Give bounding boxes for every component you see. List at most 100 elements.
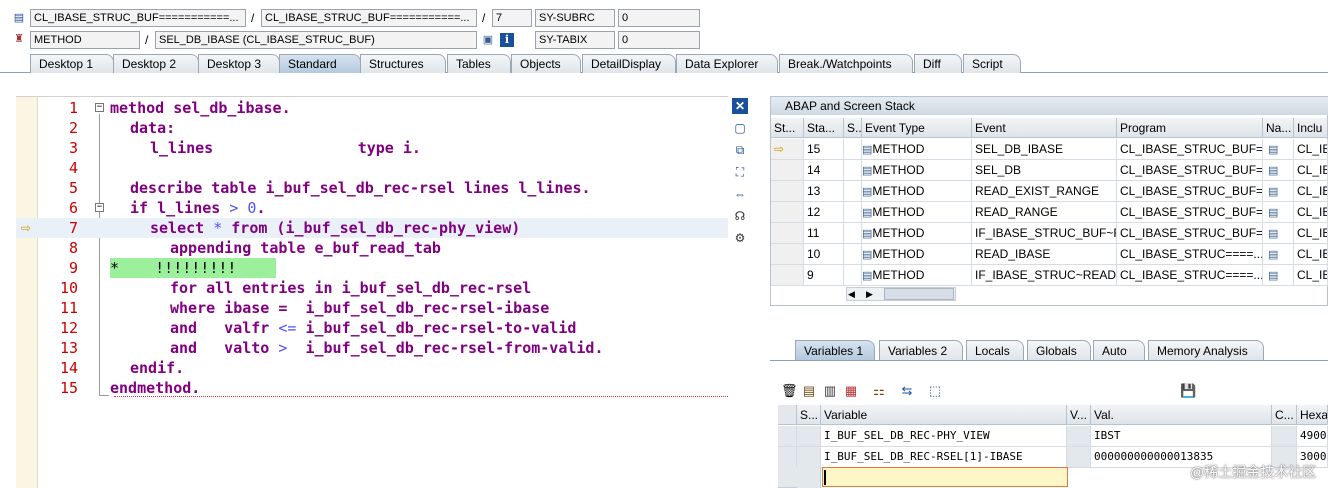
vars-col-header[interactable]: Val.	[1091, 405, 1272, 425]
stack-cell-program[interactable]: CL_IBASE_STRUC_BUF=...	[1117, 139, 1263, 160]
code-line[interactable]: 6 if l_lines > 0.	[16, 198, 728, 218]
var-cell-change[interactable]	[1272, 426, 1297, 447]
tab-desktop-1[interactable]: Desktop 1	[30, 54, 114, 73]
stack-cell-marker[interactable]	[771, 223, 804, 244]
swap-tool-icon[interactable]: ⧉	[732, 142, 748, 158]
save-icon[interactable]: 💾	[1180, 383, 1196, 399]
stack-cell-screen[interactable]	[844, 202, 862, 223]
stack-cell-event[interactable]: SEL_DB_IBASE	[972, 139, 1117, 160]
stack-cell-nav[interactable]: ▤	[1263, 265, 1294, 286]
stack-cell-event-type[interactable]: ▤METHOD	[862, 160, 972, 181]
stack-cell-program[interactable]: CL_IBASE_STRUC_BUF=...	[1117, 223, 1263, 244]
stack-cell-program[interactable]: CL_IBASE_STRUC====...	[1117, 244, 1263, 265]
stack-cell-event-type[interactable]: ▤METHOD	[862, 223, 972, 244]
stack-col-header[interactable]: Event	[972, 118, 1117, 138]
stack-cell-event[interactable]: READ_EXIST_RANGE	[972, 181, 1117, 202]
stack-cell-level[interactable]: 12	[804, 202, 844, 223]
var-cell-value[interactable]: IBST	[1091, 426, 1272, 447]
stack-cell-event-type[interactable]: ▤METHOD	[862, 202, 972, 223]
code-line-current[interactable]: ⇨ 7 select * from (i_buf_sel_db_rec-phy_…	[16, 218, 728, 238]
code-line[interactable]: 12 and valfr <= i_buf_sel_db_rec-rsel-to…	[16, 318, 728, 338]
code-line[interactable]: 11 where ibase = i_buf_sel_db_rec-rsel-i…	[16, 298, 728, 318]
var-cell-flag[interactable]	[1067, 447, 1091, 468]
stack-cell-marker[interactable]	[771, 244, 804, 265]
stack-col-header[interactable]: Program	[1117, 118, 1263, 138]
stack-cell-nav[interactable]: ▤	[1263, 160, 1294, 181]
sysvar-name-field[interactable]: SY-SUBRC	[535, 9, 615, 27]
code-line[interactable]: 5 describe table i_buf_sel_db_rec-rsel l…	[16, 178, 728, 198]
tab-memory-analysis[interactable]: Memory Analysis	[1148, 340, 1264, 360]
vars-col-header[interactable]: S...	[797, 405, 821, 425]
line-field[interactable]: 7	[492, 9, 532, 27]
stack-cell-include[interactable]: CL_IB	[1294, 181, 1328, 202]
close-icon[interactable]: ✕	[732, 98, 748, 114]
tab-desktop-3[interactable]: Desktop 3	[198, 54, 280, 73]
navigate-icon[interactable]: ▤	[1266, 228, 1278, 240]
stack-cell-include[interactable]: CL_IB	[1294, 244, 1328, 265]
code-line[interactable]: 10 for all entries in i_buf_sel_db_rec-r…	[16, 278, 728, 298]
var-cell-status[interactable]	[797, 447, 821, 468]
tab-breakpoints[interactable]: Break./Watchpoints	[779, 54, 913, 73]
stack-cell-marker[interactable]: ⇨	[771, 139, 804, 160]
stack-cell-level[interactable]: 10	[804, 244, 844, 265]
sysvar2-name-field[interactable]: SY-TABIX	[535, 31, 615, 49]
stack-cell-event[interactable]: READ_RANGE	[972, 202, 1117, 223]
tab-script[interactable]: Script	[963, 54, 1021, 73]
scrollbar-thumb[interactable]	[884, 288, 954, 300]
stack-col-header[interactable]: S...	[844, 118, 862, 138]
stack-cell-include[interactable]: CL_IB	[1294, 139, 1328, 160]
event-type-field[interactable]: METHOD	[30, 31, 140, 49]
stack-cell-nav[interactable]: ▤	[1263, 202, 1294, 223]
navigate-icon[interactable]: ▤	[1266, 249, 1278, 261]
row-selector[interactable]	[778, 426, 797, 447]
vars-col-header[interactable]: Variable	[821, 405, 1067, 425]
stack-cell-event[interactable]: IF_IBASE_STRUC_BUF~R...	[972, 223, 1117, 244]
tab-locals[interactable]: Locals	[966, 340, 1024, 360]
var-cell-flag[interactable]	[1067, 426, 1091, 447]
tab-variables-1[interactable]: Variables 1	[795, 340, 875, 360]
stack-cell-nav[interactable]: ▤	[1263, 139, 1294, 160]
event-field[interactable]: SEL_DB_IBASE (CL_IBASE_STRUC_BUF)	[155, 31, 477, 49]
code-line[interactable]: 4	[16, 158, 728, 178]
resize-icon[interactable]: ⇔	[732, 186, 748, 202]
fold-toggle-icon[interactable]: −	[95, 203, 104, 212]
list-icon[interactable]: ▤	[801, 383, 817, 399]
stack-cell-event-type[interactable]: ▤METHOD	[862, 244, 972, 265]
code-line[interactable]: 1 method sel_db_ibase.	[16, 98, 728, 118]
stack-cell-program[interactable]: CL_IBASE_STRUC_BUF=...	[1117, 202, 1263, 223]
list-delete-icon[interactable]: ▦	[843, 383, 859, 399]
stack-cell-event-type[interactable]: ▤METHOD	[862, 139, 972, 160]
stack-cell-nav[interactable]: ▤	[1263, 244, 1294, 265]
stack-cell-event[interactable]: READ_IBASE	[972, 244, 1117, 265]
row-selector[interactable]	[797, 467, 821, 488]
stack-cell-include[interactable]: CL_IB	[1294, 202, 1328, 223]
code-line[interactable]: 8 appending table e_buf_read_tab	[16, 238, 728, 258]
info-icon[interactable]: i	[500, 33, 514, 47]
code-line[interactable]: 15 endmethod.	[16, 378, 728, 398]
stack-cell-level[interactable]: 15	[804, 139, 844, 160]
stack-cell-level[interactable]: 11	[804, 223, 844, 244]
scroll-right-icon[interactable]: ▶	[866, 287, 873, 301]
navigate-icon[interactable]: ▤	[1266, 186, 1278, 198]
stack-cell-marker[interactable]	[771, 181, 804, 202]
tab-diff[interactable]: Diff	[914, 54, 962, 73]
stack-cell-screen[interactable]	[844, 244, 862, 265]
stack-col-header[interactable]: Sta...	[804, 118, 844, 138]
stack-cell-event-type[interactable]: ▤METHOD	[862, 265, 972, 286]
code-line[interactable]: 3 l_lines type i.	[16, 138, 728, 158]
new-variable-input[interactable]	[822, 467, 1068, 487]
stack-cell-event[interactable]: IF_IBASE_STRUC~READ...	[972, 265, 1117, 286]
tab-desktop-2[interactable]: Desktop 2	[113, 54, 199, 73]
row-selector[interactable]	[778, 447, 797, 468]
stack-cell-screen[interactable]	[844, 181, 862, 202]
delete-icon[interactable]: 🗑	[781, 383, 798, 399]
stack-cell-program[interactable]: CL_IBASE_STRUC_BUF=...	[1117, 160, 1263, 181]
maximize-icon[interactable]: ⛶	[732, 164, 748, 180]
stack-cell-include[interactable]: CL_IB	[1294, 223, 1328, 244]
stack-cell-level[interactable]: 14	[804, 160, 844, 181]
scroll-left-icon[interactable]: ◀	[848, 287, 855, 301]
stack-col-header[interactable]: Na...	[1263, 118, 1294, 138]
tab-auto[interactable]: Auto	[1093, 340, 1145, 360]
stack-cell-screen[interactable]	[844, 160, 862, 181]
var-cell-hex[interactable]: 4900	[1297, 426, 1328, 447]
